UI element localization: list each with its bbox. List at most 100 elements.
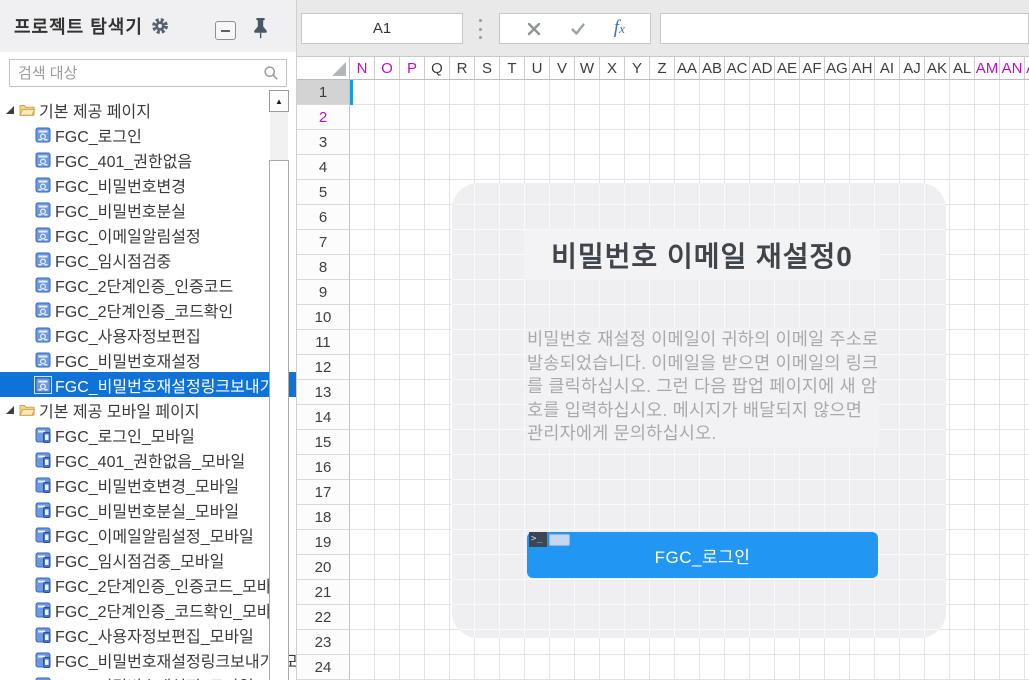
column-header-U[interactable]: U: [525, 57, 550, 79]
tree-item[interactable]: FGC_사용자정보편집_모바일: [0, 622, 296, 647]
tree-item[interactable]: FGC_비밀번호변경_모바일: [0, 472, 296, 497]
tree-folder[interactable]: 기본 제공 페이지: [0, 97, 296, 122]
row-header-10[interactable]: 10: [297, 305, 350, 330]
column-header-AA[interactable]: AA: [675, 57, 700, 79]
cell-name-box[interactable]: A1: [301, 13, 463, 44]
column-header-Y[interactable]: Y: [625, 57, 650, 79]
expander-icon[interactable]: [6, 405, 14, 414]
login-link-button[interactable]: >_ FGC_로그인: [527, 532, 878, 578]
column-header-N[interactable]: N: [350, 57, 375, 79]
tree-item[interactable]: FGC_401_권한없음: [0, 147, 296, 172]
row-header-8[interactable]: 8: [297, 255, 350, 280]
row-header-1[interactable]: 1: [297, 80, 350, 105]
column-header-AD[interactable]: AD: [750, 57, 775, 79]
row-header-6[interactable]: 6: [297, 205, 350, 230]
column-header-AJ[interactable]: AJ: [900, 57, 925, 79]
column-header-AE[interactable]: AE: [775, 57, 800, 79]
tree-item[interactable]: FGC_사용자정보편집: [0, 322, 296, 347]
form-description[interactable]: 비밀번호 재설정 이메일이 귀하의 이메일 주소로 발송되었습니다. 이메일을 …: [527, 328, 879, 448]
tree-item[interactable]: FGC_2단계인증_코드확인: [0, 297, 296, 322]
row-header-4[interactable]: 4: [297, 155, 350, 180]
column-header-X[interactable]: X: [600, 57, 625, 79]
column-header-AO[interactable]: AO: [1025, 57, 1029, 79]
tree-item[interactable]: FGC_비밀번호재설정_모바일: [0, 672, 296, 680]
tree-item[interactable]: FGC_로그인_모바일: [0, 422, 296, 447]
select-all-corner[interactable]: [297, 57, 350, 80]
row-header-23[interactable]: 23: [297, 630, 350, 655]
row-header-7[interactable]: 7: [297, 230, 350, 255]
column-header-O[interactable]: O: [375, 57, 400, 79]
row-header-14[interactable]: 14: [297, 405, 350, 430]
row-header-15[interactable]: 15: [297, 430, 350, 455]
column-header-S[interactable]: S: [475, 57, 500, 79]
column-header-V[interactable]: V: [550, 57, 575, 79]
login-link-button-label: FGC_로그인: [654, 547, 751, 567]
tree-item[interactable]: FGC_비밀번호재설정: [0, 347, 296, 372]
tree-item[interactable]: FGC_임시점검중_모바일: [0, 547, 296, 572]
tree-item[interactable]: FGC_2단계인증_인증코드_모바일: [0, 572, 296, 597]
tree-item[interactable]: FGC_비밀번호재설정링크보내기: [0, 372, 296, 397]
row-header-21[interactable]: 21: [297, 580, 350, 605]
column-header-P[interactable]: P: [400, 57, 425, 79]
column-header-Z[interactable]: Z: [650, 57, 675, 79]
column-header-AK[interactable]: AK: [925, 57, 950, 79]
panel-header: 프로젝트 탐색기: [0, 0, 296, 52]
formula-input[interactable]: [661, 14, 1028, 43]
row-header-2[interactable]: 2: [297, 105, 350, 130]
row-header-22[interactable]: 22: [297, 605, 350, 630]
expander-icon[interactable]: [6, 105, 14, 114]
column-header-AC[interactable]: AC: [725, 57, 750, 79]
column-header-Q[interactable]: Q: [425, 57, 450, 79]
row-header-16[interactable]: 16: [297, 455, 350, 480]
scrollbar-up-button[interactable]: ▲: [269, 90, 289, 112]
column-header-AF[interactable]: AF: [800, 57, 825, 79]
panel-collapse-button[interactable]: [215, 21, 236, 40]
column-header-AB[interactable]: AB: [700, 57, 725, 79]
tree-item[interactable]: FGC_2단계인증_인증코드: [0, 272, 296, 297]
row-header-17[interactable]: 17: [297, 480, 350, 505]
column-header-R[interactable]: R: [450, 57, 475, 79]
row-header-11[interactable]: 11: [297, 330, 350, 355]
row-header-18[interactable]: 18: [297, 505, 350, 530]
search-icon[interactable]: [263, 65, 279, 81]
tree-item[interactable]: FGC_비밀번호분실: [0, 197, 296, 222]
row-header-5[interactable]: 5: [297, 180, 350, 205]
row-header-19[interactable]: 19: [297, 530, 350, 555]
function-fx-icon[interactable]: fx: [614, 19, 625, 38]
column-header-AG[interactable]: AG: [825, 57, 850, 79]
row-header-12[interactable]: 12: [297, 355, 350, 380]
tree-folder[interactable]: 기본 제공 모바일 페이지: [0, 397, 296, 422]
tree-item[interactable]: FGC_이메일알림설정_모바일: [0, 522, 296, 547]
row-header-13[interactable]: 13: [297, 380, 350, 405]
search-input[interactable]: [10, 64, 263, 82]
form-preview-card[interactable]: 비밀번호 이메일 재설정0 비밀번호 재설정 이메일이 귀하의 이메일 주소로 …: [452, 183, 946, 638]
row-header-20[interactable]: 20: [297, 555, 350, 580]
tree-item-label: FGC_비밀번호분실: [55, 203, 186, 221]
column-header-AM[interactable]: AM: [975, 57, 1000, 79]
tree-item[interactable]: FGC_로그인: [0, 122, 296, 147]
tree-item[interactable]: FGC_이메일알림설정: [0, 222, 296, 247]
column-header-AI[interactable]: AI: [875, 57, 900, 79]
column-header-W[interactable]: W: [575, 57, 600, 79]
row-header-24[interactable]: 24: [297, 655, 350, 680]
column-header-AN[interactable]: AN: [1000, 57, 1025, 79]
grid-cells-area[interactable]: 비밀번호 이메일 재설정0 비밀번호 재설정 이메일이 귀하의 이메일 주소로 …: [350, 80, 1029, 680]
column-header-T[interactable]: T: [500, 57, 525, 79]
tree-item[interactable]: FGC_401_권한없음_모바일: [0, 447, 296, 472]
pin-icon[interactable]: [251, 17, 270, 39]
tree-item[interactable]: FGC_2단계인증_코드확인_모바일: [0, 597, 296, 622]
cancel-icon[interactable]: [525, 20, 543, 38]
column-header-AL[interactable]: AL: [950, 57, 975, 79]
tree-item[interactable]: FGC_비밀번호분실_모바일: [0, 497, 296, 522]
confirm-check-icon[interactable]: [569, 20, 587, 38]
row-header-9[interactable]: 9: [297, 280, 350, 305]
tree-item-label: FGC_비밀번호재설정_모바일: [55, 673, 254, 680]
form-title[interactable]: 비밀번호 이메일 재설정0: [524, 230, 880, 280]
column-header-AH[interactable]: AH: [850, 57, 875, 79]
tree-item[interactable]: FGC_임시점검중: [0, 247, 296, 272]
gear-icon[interactable]: [151, 17, 169, 35]
scrollbar-thumb[interactable]: [269, 160, 289, 680]
row-header-3[interactable]: 3: [297, 130, 350, 155]
tree-item[interactable]: FGC_비밀번호재설정링크보내기_모바일: [0, 647, 296, 672]
tree-item[interactable]: FGC_비밀번호변경: [0, 172, 296, 197]
